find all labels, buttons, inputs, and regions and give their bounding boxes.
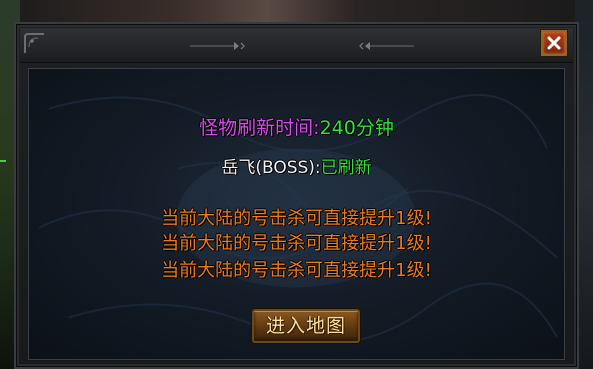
enter-map-button[interactable]: 进入地图 [252,309,360,343]
boss-status-value: 已刷新 [320,158,372,178]
boss-name: 岳飞(BOSS): [221,158,321,178]
close-x-icon [547,36,561,50]
level-up-notice: 当前大陆的号击杀可直接提升1级! [161,208,432,229]
refresh-timer-row: 怪物刷新时间:240分钟 [29,113,564,140]
level-up-notice: 当前大陆的号击杀可直接提升1级! [161,233,432,254]
boss-status-row: 岳飞(BOSS):已刷新 [29,153,564,178]
refresh-timer-label: 怪物刷新时间: [199,117,320,139]
hud-indicator [0,160,6,162]
title-ornament-right-icon [359,42,414,50]
game-scene: 怪物刷新时间:240分钟 岳飞(BOSS):已刷新 当前大陆的号击杀可直接提升1… [0,0,593,369]
corner-ornament-icon [24,33,44,53]
close-button[interactable] [541,30,567,56]
dialog-title-bar[interactable] [20,28,573,63]
map-info-dialog: 怪物刷新时间:240分钟 岳飞(BOSS):已刷新 当前大陆的号击杀可直接提升1… [14,22,579,369]
dialog-content-panel: 怪物刷新时间:240分钟 岳飞(BOSS):已刷新 当前大陆的号击杀可直接提升1… [28,68,565,360]
level-up-notice: 当前大陆的号击杀可直接提升1级! [161,260,432,281]
title-ornament-left-icon [190,42,245,50]
refresh-timer-value: 240分钟 [319,117,394,139]
